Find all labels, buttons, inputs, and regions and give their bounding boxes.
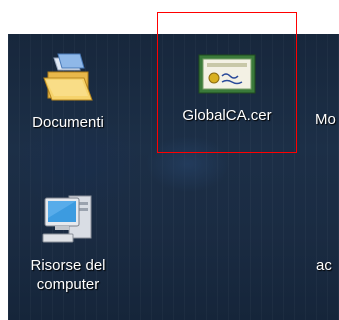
desktop-icon-label: Mo	[315, 111, 336, 128]
desktop-icon-partial-mo[interactable]: Mo	[315, 110, 339, 129]
desktop-icon-documenti[interactable]: Documenti	[12, 50, 124, 132]
highlight-box	[157, 12, 297, 153]
desktop-icon-partial-ac[interactable]: ac	[316, 256, 339, 275]
folder-documents-icon	[43, 53, 93, 101]
desktop-icon-label: ac	[316, 257, 332, 274]
desktop-icon-risorse-del-computer[interactable]: Risorse del computer	[12, 192, 124, 294]
desktop-icon-label-line1: Risorse del	[30, 257, 106, 274]
computer-icon	[42, 195, 92, 243]
desktop-icon-label-line2: computer	[36, 276, 100, 293]
desktop-icon-label: Documenti	[32, 114, 104, 131]
